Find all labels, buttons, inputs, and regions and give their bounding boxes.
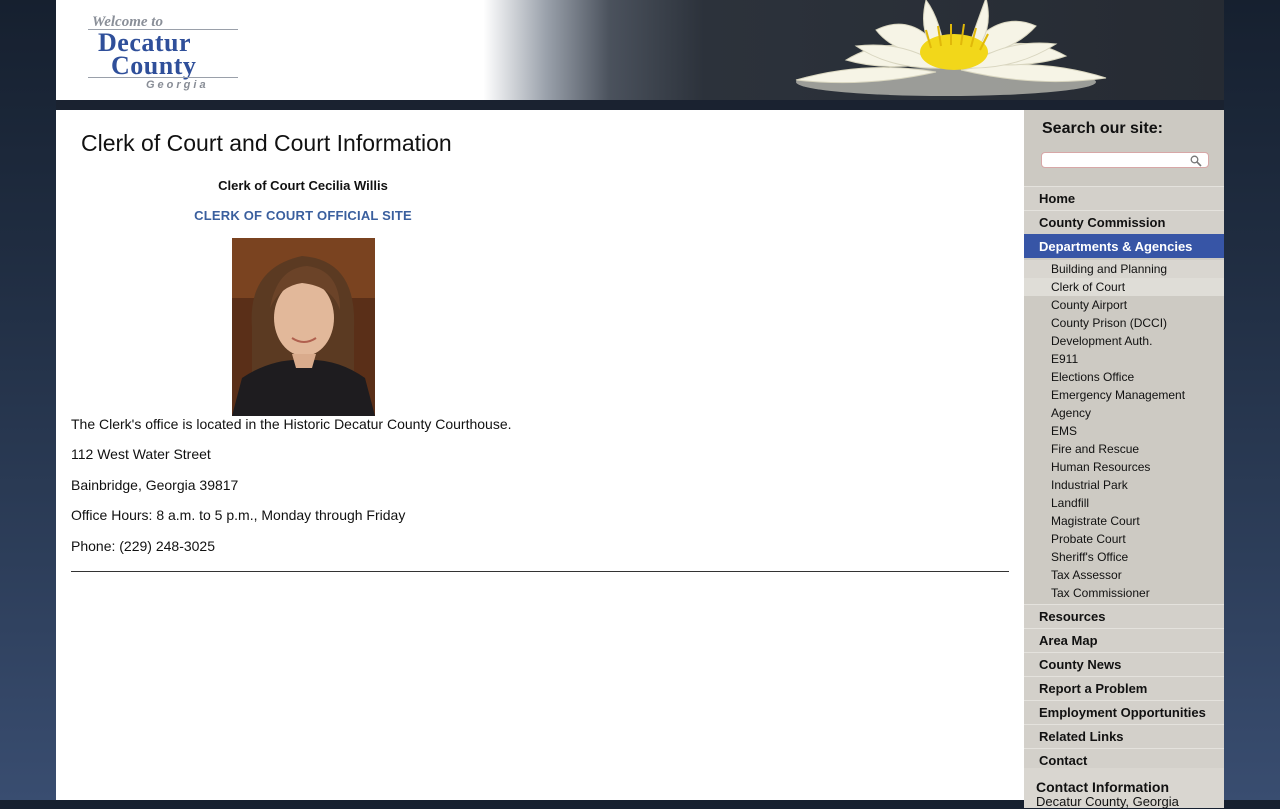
info-phone: Phone: (229) 248-3025 [71,538,215,554]
clerk-name: Clerk of Court Cecilia Willis [218,178,388,193]
page-shell: Welcome to Decatur County Georgia Clerk … [56,0,1224,809]
subnav-item-human-resources[interactable]: Human Resources [1024,458,1224,476]
nav-item-resources[interactable]: Resources [1024,604,1224,628]
subnav-item-development-auth[interactable]: Development Auth. [1024,332,1224,350]
nav-item-departments-agencies[interactable]: Departments & Agencies [1024,234,1224,258]
search-icon[interactable] [1190,155,1202,167]
info-location: The Clerk's office is located in the His… [71,416,512,432]
nav-item-employment-opportunities[interactable]: Employment Opportunities [1024,700,1224,724]
subnav-item-clerk-of-court[interactable]: Clerk of Court [1024,278,1224,296]
info-hours: Office Hours: 8 a.m. to 5 p.m., Monday t… [71,507,406,523]
main-nav: Home County Commission Departments & Age… [1024,186,1224,772]
header-strip [56,100,1224,110]
info-street: 112 West Water Street [71,446,211,462]
subnav-item-county-prison[interactable]: County Prison (DCCI) [1024,314,1224,332]
subnav-item-magistrate-court[interactable]: Magistrate Court [1024,512,1224,530]
subnav-item-e911[interactable]: E911 [1024,350,1224,368]
content-divider [71,571,1009,572]
departments-subnav: Building and Planning Clerk of Court Cou… [1024,258,1224,604]
nav-item-county-news[interactable]: County News [1024,652,1224,676]
subnav-item-sheriffs-office[interactable]: Sheriff's Office [1024,548,1224,566]
subnav-item-fire-rescue[interactable]: Fire and Rescue [1024,440,1224,458]
main-content: Clerk of Court and Court Information Cle… [56,110,1024,800]
subnav-item-emergency-management-agency[interactable]: Agency [1024,404,1224,422]
search-box[interactable] [1041,152,1209,168]
subnav-item-elections-office[interactable]: Elections Office [1024,368,1224,386]
subnav-item-tax-assessor[interactable]: Tax Assessor [1024,566,1224,584]
clerk-official-site-link[interactable]: CLERK OF COURT OFFICIAL SITE [56,208,550,223]
contact-line: Decatur County, Georgia [1036,794,1179,809]
subnav-item-emergency-management[interactable]: Emergency Management [1024,386,1224,404]
nav-item-related-links[interactable]: Related Links [1024,724,1224,748]
clerk-photo [232,238,375,416]
search-input[interactable] [1046,154,1186,166]
page-title: Clerk of Court and Court Information [81,130,452,156]
logo-rule [88,77,238,78]
site-header: Welcome to Decatur County Georgia [56,0,1224,100]
subnav-item-industrial-park[interactable]: Industrial Park [1024,476,1224,494]
subnav-item-ems[interactable]: EMS [1024,422,1224,440]
subnav-item-tax-commissioner[interactable]: Tax Commissioner [1024,584,1224,602]
subnav-item-probate-court[interactable]: Probate Court [1024,530,1224,548]
water-lily-image [795,0,1107,96]
nav-item-report-problem[interactable]: Report a Problem [1024,676,1224,700]
nav-item-area-map[interactable]: Area Map [1024,628,1224,652]
subnav-item-county-airport[interactable]: County Airport [1024,296,1224,314]
subnav-item-building-planning[interactable]: Building and Planning [1024,260,1224,278]
nav-item-home[interactable]: Home [1024,186,1224,210]
contact-title: Contact Information [1036,779,1169,795]
subnav-item-landfill[interactable]: Landfill [1024,494,1224,512]
nav-item-county-commission[interactable]: County Commission [1024,210,1224,234]
site-logo[interactable]: Welcome to Decatur County Georgia [88,14,238,92]
sidebar: Search our site: Home County Commission … [1024,110,1224,809]
info-city: Bainbridge, Georgia 39817 [71,477,239,493]
logo-sub: Georgia [146,79,209,91]
search-label: Search our site: [1042,120,1163,137]
contact-info-box: Contact Information Decatur County, Geor… [1024,768,1224,809]
